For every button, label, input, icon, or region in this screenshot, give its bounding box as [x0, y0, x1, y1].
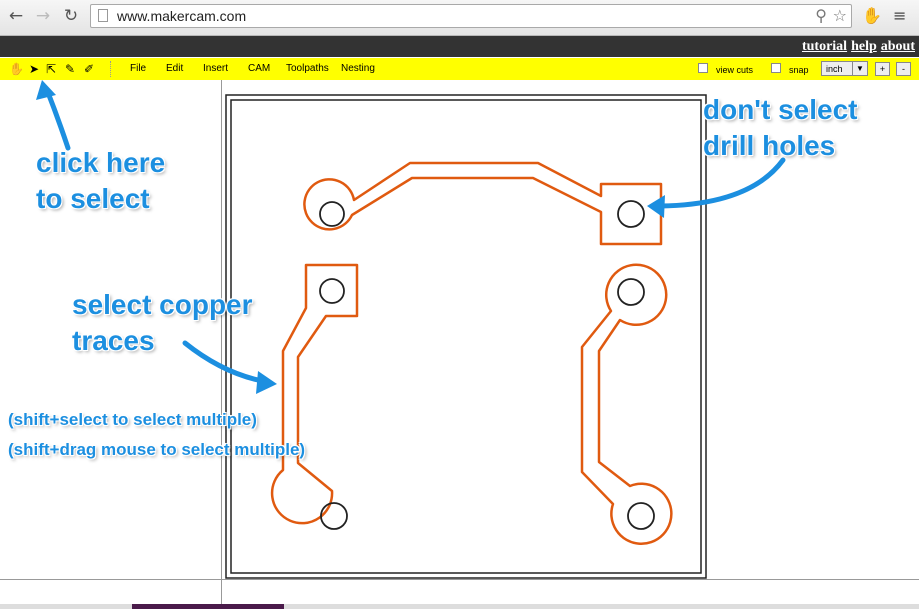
annotation-line: select copper	[72, 289, 253, 320]
annotation-line: to select	[36, 183, 150, 214]
arrow-to-select-tool	[44, 87, 71, 151]
copper-traces-annotation: select copper traces	[72, 287, 253, 359]
board-inner-outline	[230, 99, 702, 574]
drill-holes-annotation: don't select drill holes	[703, 92, 857, 164]
annotation-line: don't select	[703, 94, 858, 125]
left-trace	[270, 263, 359, 525]
drill-hole	[319, 278, 345, 304]
click-here-annotation: click here to select	[36, 145, 165, 217]
drill-hole	[319, 201, 345, 227]
right-trace	[580, 263, 673, 545]
drill-hole	[627, 502, 655, 530]
drill-hole	[320, 502, 348, 530]
annotation-line: click here	[36, 147, 166, 178]
annotation-line: drill holes	[703, 130, 836, 161]
arrowhead-drill	[647, 195, 665, 218]
drill-hole	[617, 200, 645, 228]
arrowhead-trace	[256, 371, 277, 394]
shift-select-annotation: (shift+select to select multiple)	[8, 410, 257, 429]
arrow-to-drill-hole	[657, 157, 786, 209]
arrowhead-select	[36, 80, 56, 100]
drill-hole	[617, 278, 645, 306]
status-strip-dark	[132, 604, 284, 609]
shift-drag-annotation: (shift+drag mouse to select multiple)	[8, 440, 306, 459]
annotation-line: traces	[72, 325, 155, 356]
top-trace	[303, 161, 663, 246]
